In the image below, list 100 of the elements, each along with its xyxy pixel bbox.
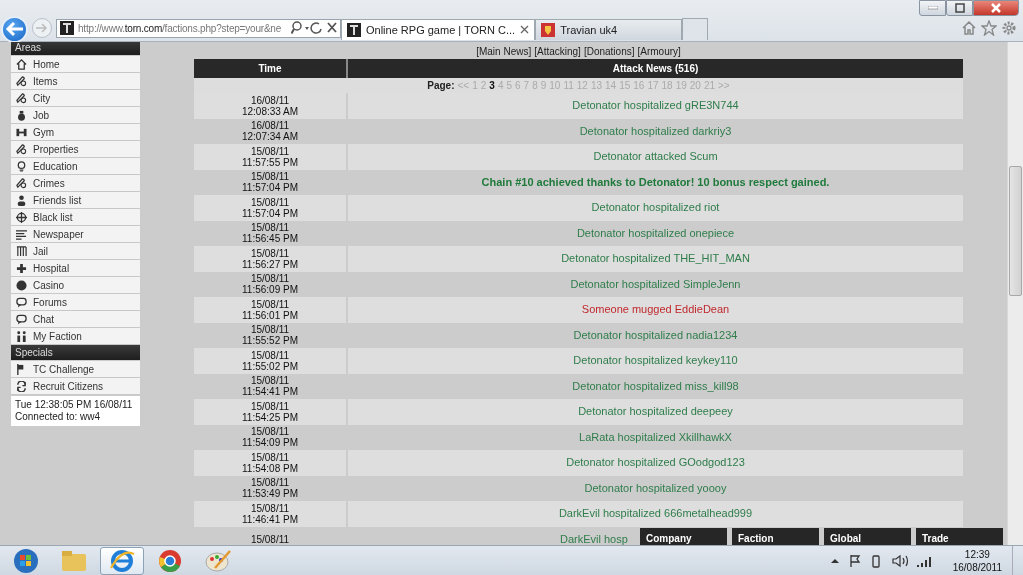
bulb-icon — [16, 160, 27, 172]
column-header: Attack News (516) — [611, 62, 700, 76]
back-button[interactable] — [1, 15, 28, 43]
news-event: Detonator hospitalized gRE3N744 — [572, 100, 739, 112]
site-logo-icon — [347, 22, 361, 37]
date-text: 15/08/11 — [250, 451, 290, 463]
sidebar-item-label: Gym — [33, 126, 55, 138]
sidebar-item[interactable]: Forums — [11, 294, 140, 311]
minimize-icon — [927, 6, 938, 10]
start-orb-icon — [11, 547, 41, 574]
new-tab-button[interactable] — [682, 18, 709, 40]
settings-icon[interactable] — [1001, 20, 1017, 36]
info-text: Tue 12:38:05 PM 16/08/11 — [15, 399, 134, 411]
date-text: 15/08/11 — [250, 375, 290, 387]
info-text: Connected to: ww4 — [15, 411, 102, 423]
time-text: 11:55:52 PM — [242, 335, 298, 347]
people-icon — [16, 330, 27, 342]
sidebar-item-label: Friends list — [33, 194, 82, 206]
date-text: 15/08/11 — [250, 222, 290, 234]
home-icon[interactable] — [961, 20, 977, 36]
house-icon — [16, 58, 27, 70]
sidebar-item[interactable]: Home — [11, 56, 140, 73]
address-actions-icon[interactable] — [291, 21, 337, 35]
star-icon[interactable] — [981, 20, 997, 36]
sidebar-item[interactable]: Jail — [11, 243, 140, 260]
chat-tab[interactable]: Faction — [732, 528, 819, 545]
chat-tab[interactable]: Global — [824, 528, 911, 545]
date-text: 15/08/11 — [250, 426, 290, 438]
dumbbell-icon — [16, 126, 27, 138]
sidebar-item[interactable]: Job — [11, 107, 140, 124]
sidebar-item[interactable]: Casino — [11, 277, 140, 294]
sidebar-item[interactable]: Properties — [11, 141, 140, 158]
date-text: 15/08/11 — [250, 247, 290, 259]
bars-icon — [16, 245, 27, 257]
sidebar-item[interactable]: TC Challenge — [11, 361, 140, 378]
date-text: 15/08/11 — [250, 298, 290, 310]
date-text: 15/08/11 — [250, 324, 290, 336]
browser-tab[interactable]: Online RPG game | TORN C... — [341, 18, 536, 40]
news-event: Detonator hospitalized THE_HIT_MAN — [561, 253, 750, 265]
news-event: Detonator hospitalized keykey110 — [573, 355, 738, 367]
sidebar-item[interactable]: Crimes — [11, 175, 140, 192]
sidebar-item-label: My Faction — [33, 330, 82, 342]
sidebar-item[interactable]: Newspaper — [11, 226, 140, 243]
restore-button[interactable] — [946, 0, 973, 16]
date-text: 16/08/11 — [250, 120, 290, 132]
crosshair-icon — [16, 211, 27, 223]
date-text: 15/08/11 — [250, 196, 290, 208]
time-text: 12:07:34 AM — [241, 131, 299, 143]
news-link[interactable]: [Armoury] — [637, 46, 681, 57]
address-field[interactable]: http://www.torn.com/factions.php?step=your&ne — [56, 18, 341, 38]
time-text: 11:54:25 PM — [242, 411, 298, 423]
sidebar-item[interactable]: My Faction — [11, 328, 140, 345]
browser-icon — [107, 547, 137, 574]
news-event: Detonator hospitalized miss_kill98 — [572, 380, 739, 392]
sidebar-item[interactable]: Gym — [11, 124, 140, 141]
sidebar-item[interactable]: Chat — [11, 311, 140, 328]
news-event: Detonator hospitalized onepiece — [576, 227, 735, 239]
sidebar-item-label: Newspaper — [33, 228, 84, 240]
news-event: DarkEvil hosp — [560, 533, 628, 545]
news-link[interactable]: [Donations] — [583, 46, 635, 57]
sidebar-item[interactable]: Items — [11, 73, 140, 90]
chat-tab[interactable]: Company — [640, 528, 727, 545]
sidebar-item[interactable]: Hospital — [11, 260, 140, 277]
news-event: Detonator hospitalized nadia1234 — [573, 329, 738, 341]
time-text: 11:56:27 PM — [242, 258, 298, 270]
sidebar-item-label: Chat — [33, 313, 55, 325]
lines-icon — [16, 228, 27, 240]
minimize-button[interactable] — [919, 0, 946, 16]
browser-tab[interactable]: Travian uk4 — [535, 18, 683, 40]
sidebar-item-label: Items — [33, 75, 58, 87]
forward-button[interactable] — [32, 18, 52, 38]
page-link[interactable]: 3 — [489, 80, 495, 91]
news-link[interactable]: [Attacking] — [534, 46, 581, 57]
time-text: 11:56:09 PM — [242, 284, 298, 296]
section-header: Specials — [11, 345, 140, 361]
scrollbar-thumb[interactable] — [1009, 166, 1022, 296]
shield-icon — [541, 22, 556, 37]
person-icon — [16, 194, 27, 206]
sidebar-item[interactable]: Education — [11, 158, 140, 175]
close-button[interactable] — [973, 0, 1019, 16]
arrows-icon — [16, 380, 27, 392]
date-text: 15/08/11 — [250, 145, 290, 157]
sidebar-item[interactable]: Friends list — [11, 192, 140, 209]
date-text: 15/08/11 — [250, 477, 290, 489]
news-event: Detonator hospitalized yoooy — [584, 482, 727, 494]
news-event: DarkEvil hospitalized 666metalhead999 — [558, 508, 753, 520]
tab-close-icon[interactable] — [520, 25, 530, 34]
section-header: Areas — [11, 42, 140, 56]
news-link[interactable]: [Main News] — [476, 46, 532, 57]
sidebar-item[interactable]: City — [11, 90, 140, 107]
chat-tab[interactable]: Trade — [916, 528, 1003, 545]
plus-icon — [16, 262, 27, 274]
sidebar-item-label: City — [33, 92, 51, 104]
sidebar-item[interactable]: Black list — [11, 209, 140, 226]
scrollbar[interactable] — [1007, 42, 1023, 545]
taskbar-clock[interactable]: 12:39 16/08/2011 — [952, 547, 1002, 574]
taskbar-app[interactable] — [100, 546, 144, 575]
time-text: 11:54:09 PM — [242, 437, 298, 449]
sidebar-item[interactable]: Recruit Citizens — [11, 378, 140, 395]
news-event: Detonator hospitalized SimpleJenn — [570, 278, 741, 290]
